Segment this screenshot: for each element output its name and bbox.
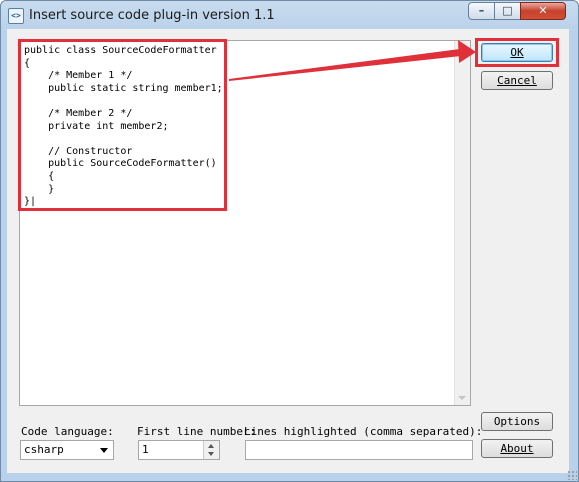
about-label: About bbox=[500, 442, 534, 455]
cancel-button[interactable]: Cancel bbox=[481, 71, 553, 90]
cancel-label: Cancel bbox=[497, 74, 537, 87]
code-plugin-icon: <> bbox=[8, 8, 24, 24]
ok-button[interactable]: OK bbox=[481, 43, 553, 62]
close-button[interactable]: ✕ bbox=[520, 2, 566, 20]
stepper-buttons[interactable] bbox=[203, 441, 219, 459]
source-code-editor[interactable]: public class SourceCodeFormatter { /* Me… bbox=[19, 40, 471, 406]
stepper-down-icon[interactable] bbox=[208, 452, 214, 456]
resize-grip-icon[interactable] bbox=[567, 470, 577, 480]
code-language-label: Code language: bbox=[21, 425, 114, 438]
lines-highlighted-input[interactable] bbox=[245, 440, 473, 460]
window-title: Insert source code plug-in version 1.1 bbox=[29, 8, 275, 23]
code-text[interactable]: public class SourceCodeFormatter { /* Me… bbox=[24, 45, 223, 209]
about-button[interactable]: About bbox=[481, 439, 553, 458]
stepper-up-icon[interactable] bbox=[208, 444, 214, 448]
scroll-up-arrow-icon[interactable] bbox=[458, 46, 466, 50]
options-label: Options bbox=[493, 415, 541, 428]
first-line-number-label: First line number: bbox=[137, 425, 257, 438]
first-line-number-value: 1 bbox=[142, 443, 149, 456]
editor-vertical-scrollbar[interactable] bbox=[454, 41, 470, 405]
minimize-button[interactable]: – bbox=[468, 2, 495, 20]
lines-highlighted-label: Lines highlighted (comma separated): bbox=[244, 425, 483, 438]
options-button[interactable]: Options bbox=[481, 412, 553, 431]
maximize-button[interactable]: □ bbox=[494, 2, 521, 20]
chevron-down-icon[interactable] bbox=[100, 448, 108, 453]
title-bar[interactable]: <> Insert source code plug-in version 1.… bbox=[1, 1, 578, 30]
code-language-select[interactable]: csharp bbox=[20, 440, 114, 460]
first-line-number-stepper[interactable]: 1 bbox=[138, 440, 220, 460]
code-language-value: csharp bbox=[24, 443, 64, 456]
scroll-down-arrow-icon[interactable] bbox=[458, 396, 466, 400]
ok-label: OK bbox=[510, 46, 524, 59]
